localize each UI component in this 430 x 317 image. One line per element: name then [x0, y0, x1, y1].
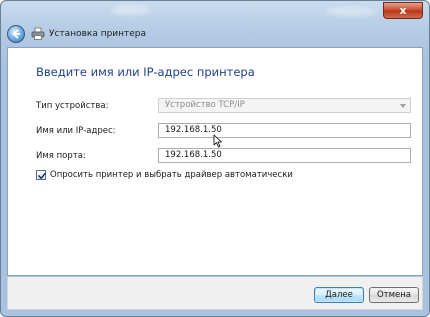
host-label: Имя или IP-адрес:: [36, 126, 116, 136]
wizard-footer: Далее Отмена: [7, 277, 423, 310]
close-icon: x: [399, 4, 407, 17]
back-arrow-icon: [12, 29, 21, 39]
text-cursor-icon: [213, 134, 222, 148]
device-type-label: Тип устройства:: [36, 101, 109, 111]
port-input[interactable]: 192.168.1.50: [158, 148, 411, 163]
port-input-value: 192.168.1.50: [165, 150, 222, 160]
host-input[interactable]: 192.168.1.50: [158, 123, 411, 138]
auto-driver-label: Опросить принтер и выбрать драйвер автом…: [50, 170, 293, 180]
device-type-select: Устройство TCP/IP: [158, 98, 411, 113]
printer-setup-window: x Установка принтера Введите имя или IP-…: [0, 0, 430, 317]
checkmark-icon: [38, 172, 46, 179]
glass-reflection: [111, 5, 151, 15]
page-heading: Введите имя или IP-адрес принтера: [36, 65, 255, 79]
close-button[interactable]: x: [383, 2, 423, 19]
navigation-bar: Установка принтера: [7, 23, 423, 45]
auto-driver-option[interactable]: Опросить принтер и выбрать драйвер автом…: [36, 170, 293, 180]
cancel-button[interactable]: Отмена: [369, 287, 419, 303]
auto-driver-checkbox[interactable]: [36, 170, 46, 180]
wizard-content: Введите имя или IP-адрес принтера Тип ус…: [7, 47, 423, 276]
device-type-value: Устройство TCP/IP: [165, 100, 245, 110]
port-label: Имя порта:: [36, 151, 86, 161]
back-button[interactable]: [7, 25, 25, 43]
next-button[interactable]: Далее: [314, 287, 364, 303]
glass-reflection: [326, 7, 376, 16]
window-title: Установка принтера: [49, 29, 147, 39]
printer-icon: [31, 27, 45, 41]
chevron-down-icon: [400, 104, 406, 108]
